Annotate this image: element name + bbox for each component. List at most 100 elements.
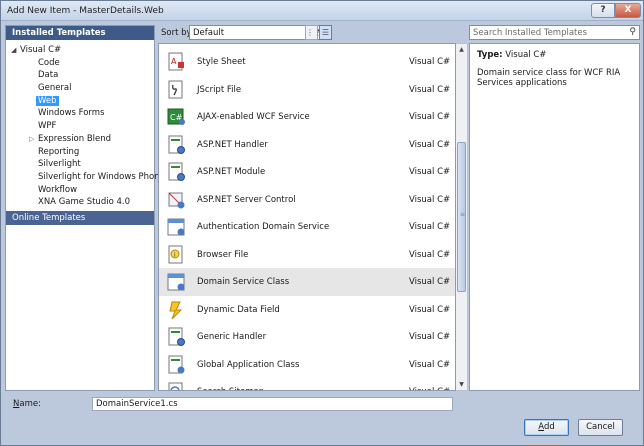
template-language: Visual C# — [409, 304, 451, 315]
server-control-icon — [166, 190, 186, 210]
template-item[interactable]: ASP.NET Server Control Visual C# — [159, 186, 455, 214]
template-tree: ◢ Visual C# Code Data General Web Window… — [6, 40, 165, 209]
template-description: Domain service class for WCF RIA Service… — [477, 68, 621, 88]
template-item[interactable]: ASP.NET Handler Visual C# — [159, 131, 455, 159]
auth-service-icon — [166, 217, 186, 237]
sort-by-value: Default — [193, 28, 225, 38]
template-language: Visual C# — [409, 57, 451, 67]
tree-root-visual-csharp[interactable]: ◢ Visual C# — [6, 44, 154, 57]
tree-item-label: General — [38, 83, 72, 94]
search-icon[interactable]: ⚲ — [629, 27, 636, 37]
tree-item-label: Web — [36, 95, 59, 106]
scroll-down-icon[interactable]: ▼ — [456, 379, 467, 390]
template-item[interactable]: A Style Sheet Visual C# — [159, 48, 455, 76]
template-name: Domain Service Class — [197, 277, 290, 287]
css-icon: A — [166, 52, 186, 72]
template-item[interactable]: Search Sitemap Visual C# — [159, 378, 455, 390]
name-label: Name: — [13, 399, 41, 409]
add-new-item-dialog: Add New Item - MasterDetails.Web ? X Ins… — [0, 0, 644, 446]
tree-item-label: WPF — [38, 121, 57, 132]
cancel-button[interactable]: Cancel — [578, 419, 623, 436]
template-language: Visual C# — [409, 359, 451, 370]
tree-item-code[interactable]: Code — [6, 57, 154, 70]
grip-icon: ≡ — [460, 211, 466, 218]
online-templates-header[interactable]: Online Templates — [6, 211, 154, 225]
template-name: AJAX-enabled WCF Service — [197, 112, 310, 122]
tree-item-label: Workflow — [38, 184, 78, 195]
template-item[interactable]: Domain Service Class Visual C# — [159, 268, 455, 296]
close-button[interactable]: X — [615, 3, 641, 18]
tree-item-general[interactable]: General — [6, 82, 154, 95]
template-name: Style Sheet — [197, 57, 246, 67]
template-item[interactable]: i Browser File Visual C# — [159, 241, 455, 269]
tree-item-label: Data — [38, 70, 59, 81]
template-language: Visual C# — [409, 139, 451, 150]
expand-arrow-icon[interactable]: ◢ — [11, 44, 16, 57]
template-item[interactable]: JScript File Visual C# — [159, 76, 455, 104]
template-name: Generic Handler — [197, 332, 267, 342]
help-button[interactable]: ? — [591, 3, 615, 18]
template-language: Visual C# — [409, 249, 451, 260]
tree-item-label: Silverlight for Windows Phone — [38, 171, 165, 182]
tree-item-web[interactable]: Web — [6, 95, 154, 108]
svg-text:A: A — [171, 57, 177, 66]
template-language: Visual C# — [409, 167, 451, 177]
template-item[interactable]: Generic Handler Visual C# — [159, 323, 455, 351]
tree-item-silverlight[interactable]: Silverlight — [6, 158, 154, 171]
window-title: Add New Item - MasterDetails.Web — [7, 6, 164, 16]
add-label: dd — [543, 422, 555, 432]
name-label-text: ame: — [19, 399, 41, 409]
template-name: Global Application Class — [197, 359, 300, 370]
tree-item-windows-forms[interactable]: Windows Forms — [6, 107, 154, 120]
add-button[interactable]: Add — [524, 419, 569, 436]
tree-item-wpf[interactable]: WPF — [6, 120, 154, 133]
search-templates-input[interactable]: Search Installed Templates ⚲ — [469, 25, 640, 40]
details-view-icon[interactable]: ☰ — [319, 25, 332, 40]
list-view-icon[interactable]: ⋮⋮ — [305, 25, 322, 40]
tree-item-label: Reporting — [38, 146, 80, 157]
template-name: JScript File — [197, 84, 242, 95]
tree-item-label: Silverlight — [38, 159, 81, 170]
template-name: ASP.NET Module — [197, 167, 266, 177]
js-icon — [166, 80, 186, 100]
template-name: Dynamic Data Field — [197, 304, 280, 315]
tree-item-expression-blend[interactable]: ▷ Expression Blend — [6, 133, 154, 146]
scroll-thumb[interactable]: ≡ — [457, 142, 466, 292]
template-language: Visual C# — [409, 194, 451, 205]
template-language: Visual C# — [409, 332, 451, 342]
tree-item-label: Expression Blend — [38, 133, 112, 144]
wcf-icon: C# — [166, 107, 186, 127]
tree-item-label: Code — [38, 57, 60, 68]
template-language: Visual C# — [409, 222, 451, 232]
template-name: ASP.NET Server Control — [197, 194, 296, 205]
dynamic-data-icon — [166, 300, 186, 320]
template-name: ASP.NET Handler — [197, 139, 268, 150]
installed-templates-header[interactable]: Installed Templates — [6, 26, 154, 40]
title-bar: Add New Item - MasterDetails.Web ? X — [1, 1, 643, 21]
tree-item-data[interactable]: Data — [6, 69, 154, 82]
template-item[interactable]: Authentication Domain Service Visual C# — [159, 213, 455, 241]
template-item[interactable]: Dynamic Data Field Visual C# — [159, 296, 455, 324]
tree-item-label: XNA Game Studio 4.0 — [38, 197, 130, 208]
template-name: Authentication Domain Service — [197, 222, 330, 232]
template-list-scrollbar[interactable]: ▲ ≡ ▼ — [456, 43, 468, 391]
template-item[interactable]: Global Application Class Visual C# — [159, 351, 455, 379]
tree-item-workflow[interactable]: Workflow — [6, 184, 154, 197]
tree-item-reporting[interactable]: Reporting — [6, 146, 154, 159]
type-value: Visual C# — [505, 50, 547, 60]
tree-item-label: Windows Forms — [38, 108, 105, 119]
template-item[interactable]: ASP.NET Module Visual C# — [159, 158, 455, 186]
scroll-up-icon[interactable]: ▲ — [456, 44, 467, 55]
search-sitemap-icon — [166, 382, 186, 390]
name-input[interactable]: DomainService1.cs — [92, 397, 453, 411]
tree-item-xna-game-studio[interactable]: XNA Game Studio 4.0 — [6, 196, 154, 209]
template-name: Search Sitemap — [197, 387, 264, 390]
type-label: Type: — [477, 50, 503, 60]
module-icon — [166, 162, 186, 182]
template-language: Visual C# — [409, 387, 450, 390]
template-item[interactable]: C# AJAX-enabled WCF Service Visual C# — [159, 103, 455, 131]
template-name: Browser File — [197, 249, 249, 260]
tree-item-silverlight-windows-phone[interactable]: Silverlight for Windows Phone — [6, 171, 165, 184]
template-language: Visual C# — [409, 84, 451, 95]
collapsed-arrow-icon[interactable]: ▷ — [29, 133, 34, 146]
